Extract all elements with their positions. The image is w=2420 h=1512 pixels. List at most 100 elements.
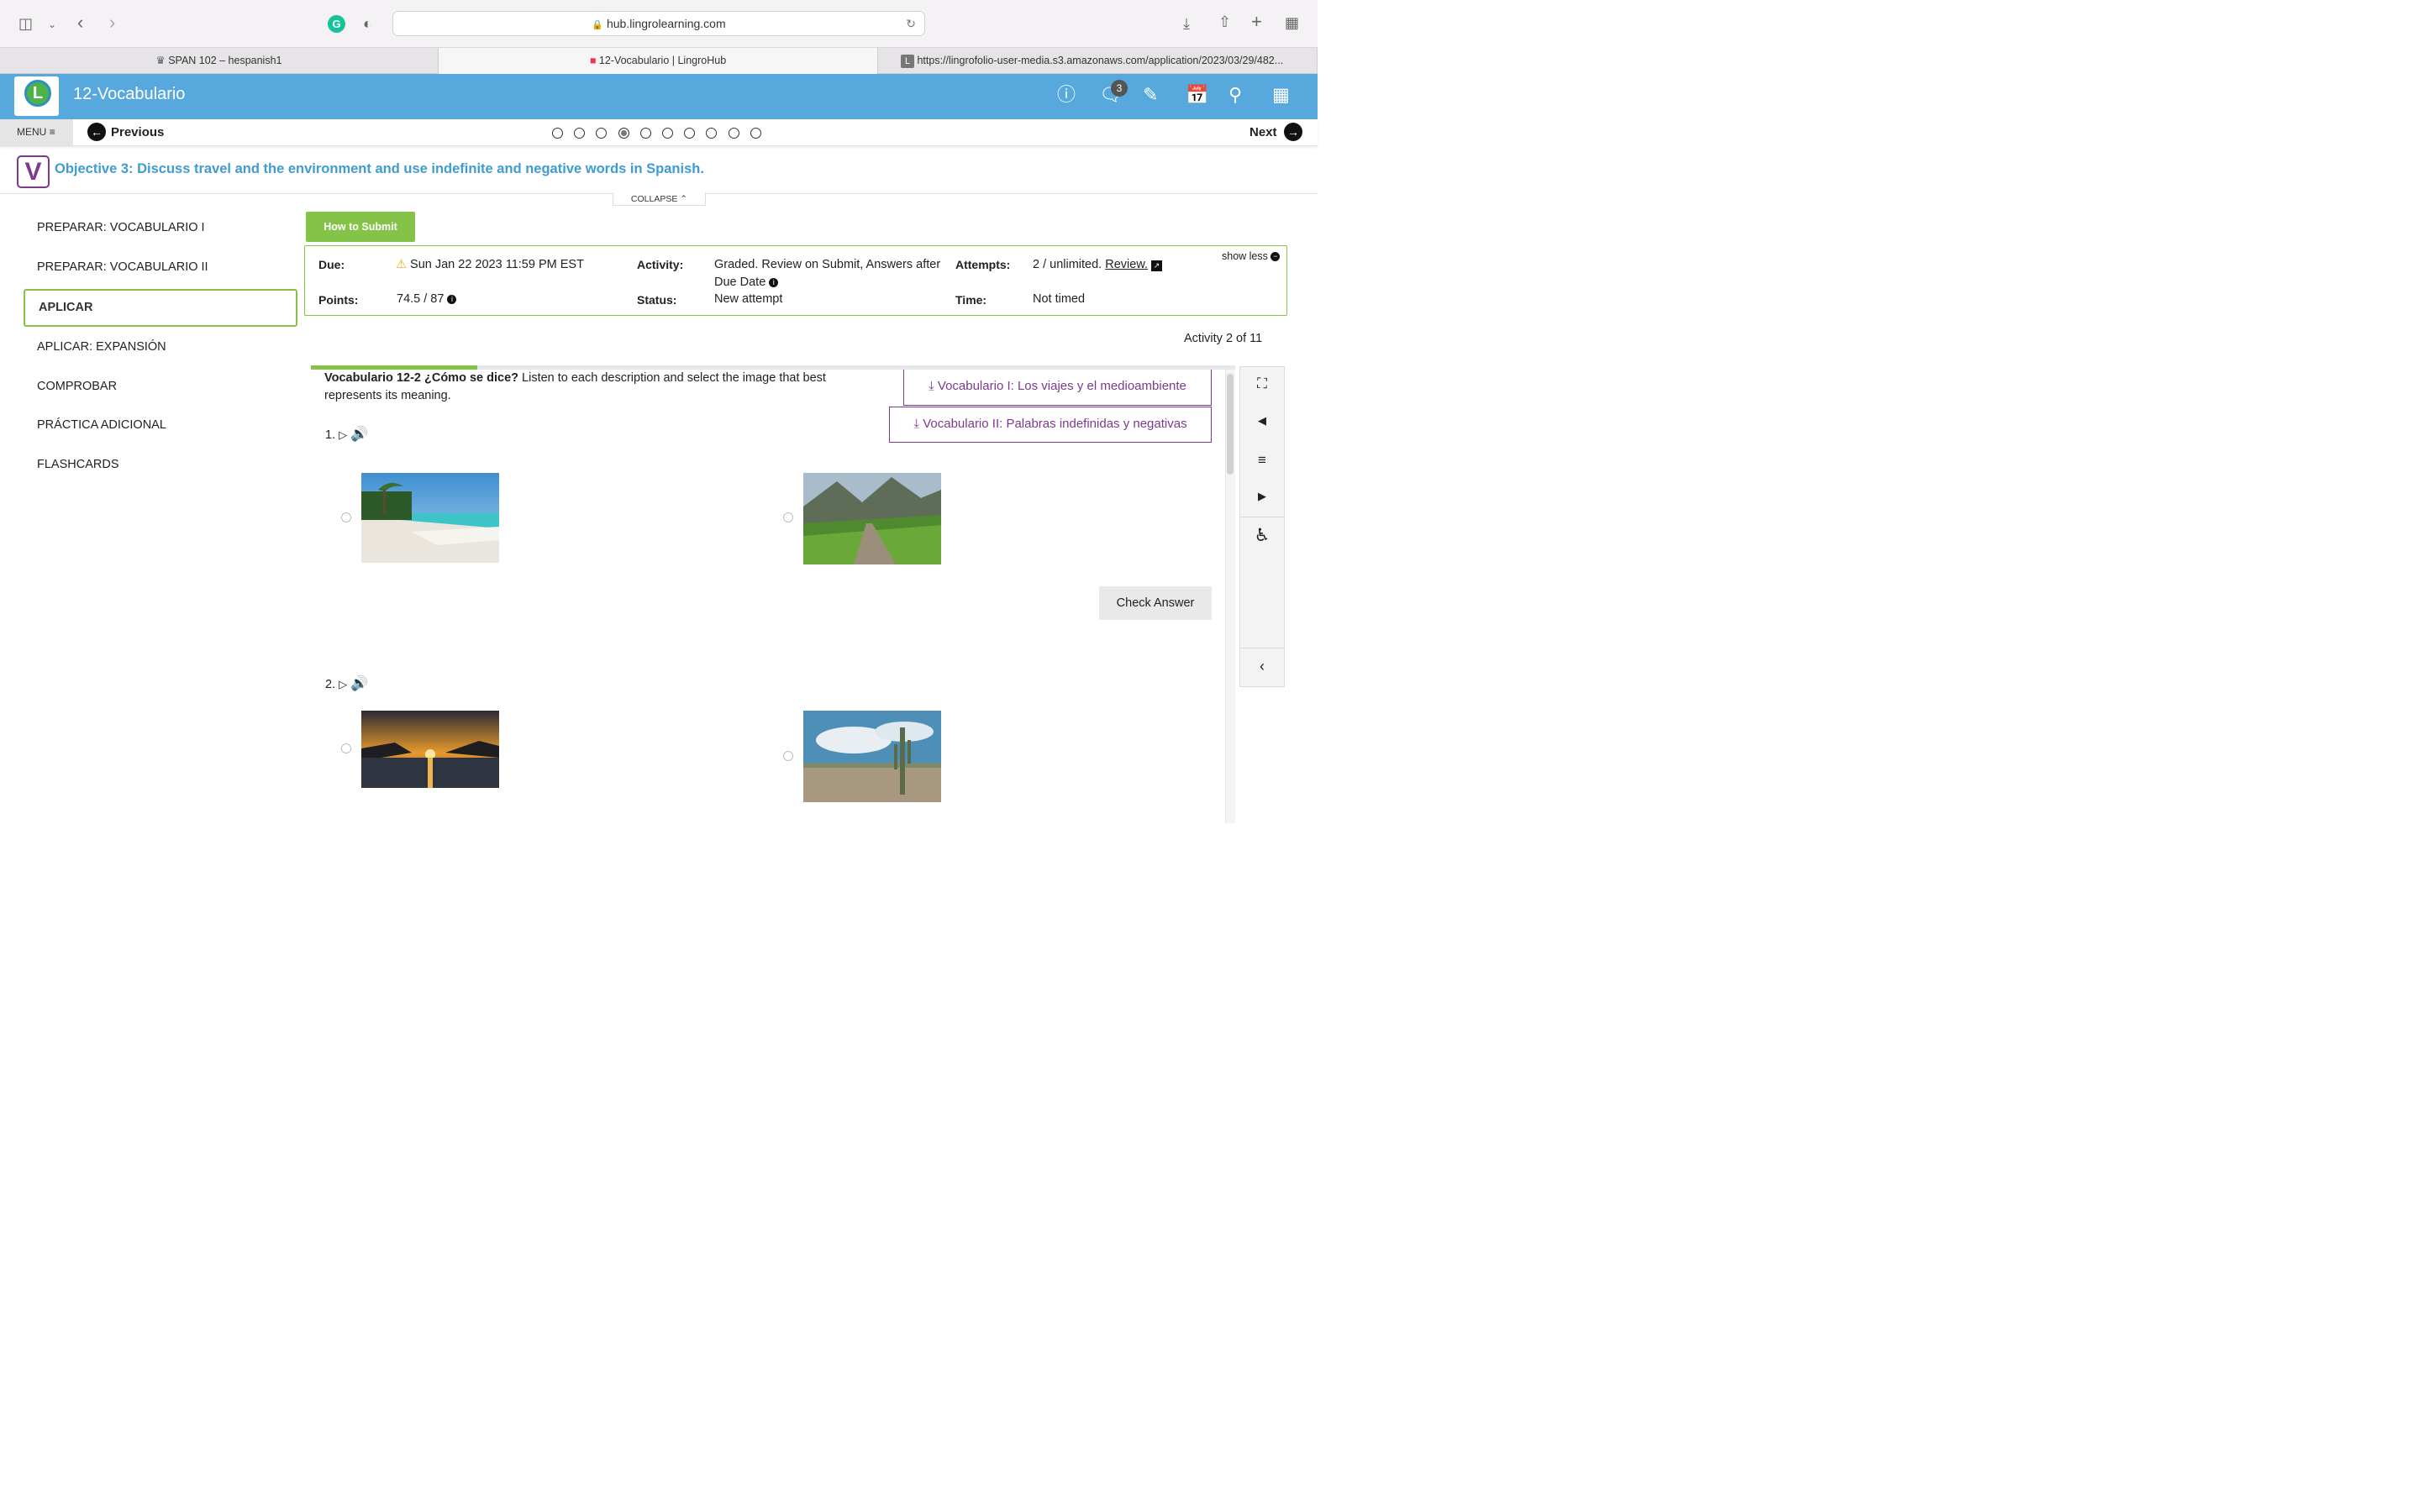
page-dot[interactable] bbox=[662, 128, 673, 139]
lingro-favicon-icon: ■ bbox=[589, 55, 597, 66]
download-icon[interactable]: ⤓ bbox=[1183, 15, 1190, 32]
tab-overview-icon[interactable]: ▦ bbox=[1285, 14, 1299, 31]
page-title: 12-Vocabulario bbox=[73, 85, 186, 103]
page-dot[interactable] bbox=[684, 128, 695, 139]
collapse-button[interactable]: COLLAPSE ⌃ bbox=[613, 192, 706, 206]
vocabulario-1-download-button[interactable]: ⤓ Vocabulario I: Los viajes y el medioam… bbox=[903, 370, 1212, 406]
tab-bar: ♛ SPAN 102 – hespanish1 ■ 12-Vocabulario… bbox=[0, 48, 1318, 74]
play-icon[interactable]: ▷ bbox=[339, 678, 347, 690]
page-dot[interactable] bbox=[729, 128, 739, 139]
page-dot[interactable] bbox=[596, 128, 607, 139]
chevron-up-icon: ⌃ bbox=[680, 194, 688, 204]
speaker-icon[interactable]: 🔊 bbox=[350, 675, 368, 691]
attempts-value: 2 / unlimited. Review. ↗ bbox=[1033, 256, 1163, 274]
due-value: ⚠ Sun Jan 22 2023 11:59 PM EST bbox=[396, 258, 584, 271]
shield-icon[interactable]: ◐ bbox=[363, 15, 372, 32]
info-icon[interactable]: i bbox=[769, 277, 779, 287]
next-button[interactable]: Next bbox=[1249, 125, 1277, 139]
sidebar-item-practica-adicional[interactable]: PRÁCTICA ADICIONAL bbox=[37, 418, 166, 432]
sidebar-item-preparar-vocabulario-2[interactable]: PREPARAR: VOCABULARIO II bbox=[37, 260, 208, 274]
browser-tab-media[interactable]: L https://lingrofolio-user-media.s3.amaz… bbox=[878, 48, 1318, 74]
collapse-panel-icon[interactable]: ‹ bbox=[1240, 658, 1284, 675]
warning-icon: ⚠ bbox=[396, 258, 407, 271]
browser-tab-vocabulario[interactable]: ■ 12-Vocabulario | LingroHub bbox=[439, 48, 878, 74]
time-label: Time: bbox=[955, 293, 987, 307]
previous-arrow-icon[interactable]: ← bbox=[87, 123, 106, 141]
letter-l-favicon-icon: L bbox=[901, 55, 914, 68]
play-icon[interactable]: ▷ bbox=[339, 428, 347, 441]
vocabulario-2-download-button[interactable]: ⤓ Vocabulario II: Palabras indefinidas y… bbox=[889, 407, 1212, 443]
sunset-image bbox=[361, 711, 499, 788]
page-dot[interactable] bbox=[552, 128, 563, 139]
review-link[interactable]: Review. bbox=[1105, 258, 1148, 271]
help-icon[interactable]: ⓘ bbox=[1057, 84, 1076, 106]
back-icon[interactable]: ‹ bbox=[77, 13, 83, 32]
mountain-trail-image bbox=[803, 473, 941, 564]
address-bar[interactable]: 🔒 hub.lingrolearning.com ↻ bbox=[392, 11, 925, 36]
answer-radio[interactable] bbox=[783, 751, 793, 761]
status-value: New attempt bbox=[714, 292, 783, 306]
answer-radio[interactable] bbox=[341, 512, 351, 522]
points-label: Points: bbox=[318, 293, 359, 307]
sidebar-toggle-icon[interactable]: ◫ bbox=[18, 15, 33, 32]
page-dot[interactable] bbox=[706, 128, 717, 139]
sidebar-item-aplicar[interactable]: APLICAR bbox=[24, 289, 297, 327]
activity-counter: Activity 2 of 11 bbox=[1184, 332, 1263, 345]
chevron-down-icon[interactable]: ⌄ bbox=[48, 16, 56, 33]
lingro-logo[interactable]: L bbox=[14, 76, 59, 116]
sidebar-item-flashcards[interactable]: FLASHCARDS bbox=[37, 458, 119, 471]
page-dot[interactable] bbox=[750, 128, 761, 139]
apps-grid-icon[interactable]: ▦ bbox=[1272, 84, 1290, 106]
accessibility-icon[interactable]: ♿ bbox=[1240, 525, 1284, 546]
desert-cactus-image bbox=[803, 711, 941, 802]
download-icon: ⤓ bbox=[913, 417, 920, 431]
list-icon[interactable]: ≡ bbox=[1240, 452, 1284, 469]
lock-icon: 🔒 bbox=[592, 20, 604, 30]
beach-image bbox=[361, 473, 499, 563]
vocabulario-logo: V bbox=[17, 155, 50, 188]
show-less-toggle[interactable]: show less − bbox=[1222, 250, 1281, 262]
activity-value: Graded. Review on Submit, Answers after … bbox=[714, 258, 941, 289]
info-icon[interactable]: i bbox=[447, 294, 457, 304]
grammarly-extension-icon[interactable]: G bbox=[328, 15, 345, 33]
minus-circle-icon: − bbox=[1270, 252, 1281, 262]
menu-button[interactable]: MENU ≡ bbox=[0, 119, 73, 145]
question-instructions: Vocabulario 12-2 ¿Cómo se dice? Listen t… bbox=[324, 371, 826, 402]
due-label: Due: bbox=[318, 258, 345, 271]
browser-tab-span102[interactable]: ♛ SPAN 102 – hespanish1 bbox=[0, 48, 439, 74]
page-dot[interactable] bbox=[574, 128, 585, 139]
answer-radio[interactable] bbox=[341, 743, 351, 753]
external-link-icon[interactable]: ↗ bbox=[1151, 260, 1163, 271]
sidebar-item-comprobar[interactable]: COMPROBAR bbox=[37, 380, 117, 393]
sidebar-item-preparar-vocabulario-1[interactable]: PREPARAR: VOCABULARIO I bbox=[37, 221, 205, 234]
check-answer-button[interactable]: Check Answer bbox=[1099, 586, 1212, 620]
previous-activity-icon[interactable]: ◀ bbox=[1240, 414, 1284, 428]
reload-icon[interactable]: ↻ bbox=[906, 12, 916, 35]
hamburger-icon: ≡ bbox=[49, 126, 55, 138]
download-icon: ⤓ bbox=[929, 379, 934, 393]
attempts-label: Attempts: bbox=[955, 258, 1011, 271]
forward-icon[interactable]: › bbox=[109, 13, 115, 32]
scrollbar-thumb[interactable] bbox=[1227, 374, 1234, 475]
fullscreen-icon[interactable]: ⛶ bbox=[1240, 375, 1284, 392]
next-activity-icon[interactable]: ▶ bbox=[1240, 490, 1284, 503]
sidebar-item-aplicar-expansion[interactable]: APLICAR: EXPANSIÓN bbox=[37, 340, 166, 354]
objective-text: Objective 3: Discuss travel and the envi… bbox=[55, 161, 704, 176]
search-icon[interactable]: ⚲ bbox=[1228, 84, 1242, 106]
speaker-icon[interactable]: 🔊 bbox=[350, 426, 368, 442]
new-tab-icon[interactable]: + bbox=[1251, 13, 1262, 31]
notification-badge: 3 bbox=[1111, 80, 1128, 97]
answer-radio[interactable] bbox=[783, 512, 793, 522]
how-to-submit-button[interactable]: How to Submit bbox=[306, 212, 415, 242]
previous-button[interactable]: Previous bbox=[111, 125, 164, 139]
share-icon[interactable]: ⇧ bbox=[1218, 13, 1231, 30]
page-dot[interactable] bbox=[618, 128, 629, 139]
next-arrow-icon[interactable]: → bbox=[1284, 123, 1302, 141]
lesson-nav bbox=[0, 119, 1318, 146]
url-text: hub.lingrolearning.com bbox=[606, 17, 726, 30]
calendar-icon[interactable]: 📅 bbox=[1186, 84, 1208, 106]
edit-icon[interactable]: ✎ bbox=[1143, 84, 1158, 106]
page-dot[interactable] bbox=[640, 128, 651, 139]
time-value: Not timed bbox=[1033, 292, 1086, 306]
crown-icon: ♛ bbox=[155, 55, 166, 66]
